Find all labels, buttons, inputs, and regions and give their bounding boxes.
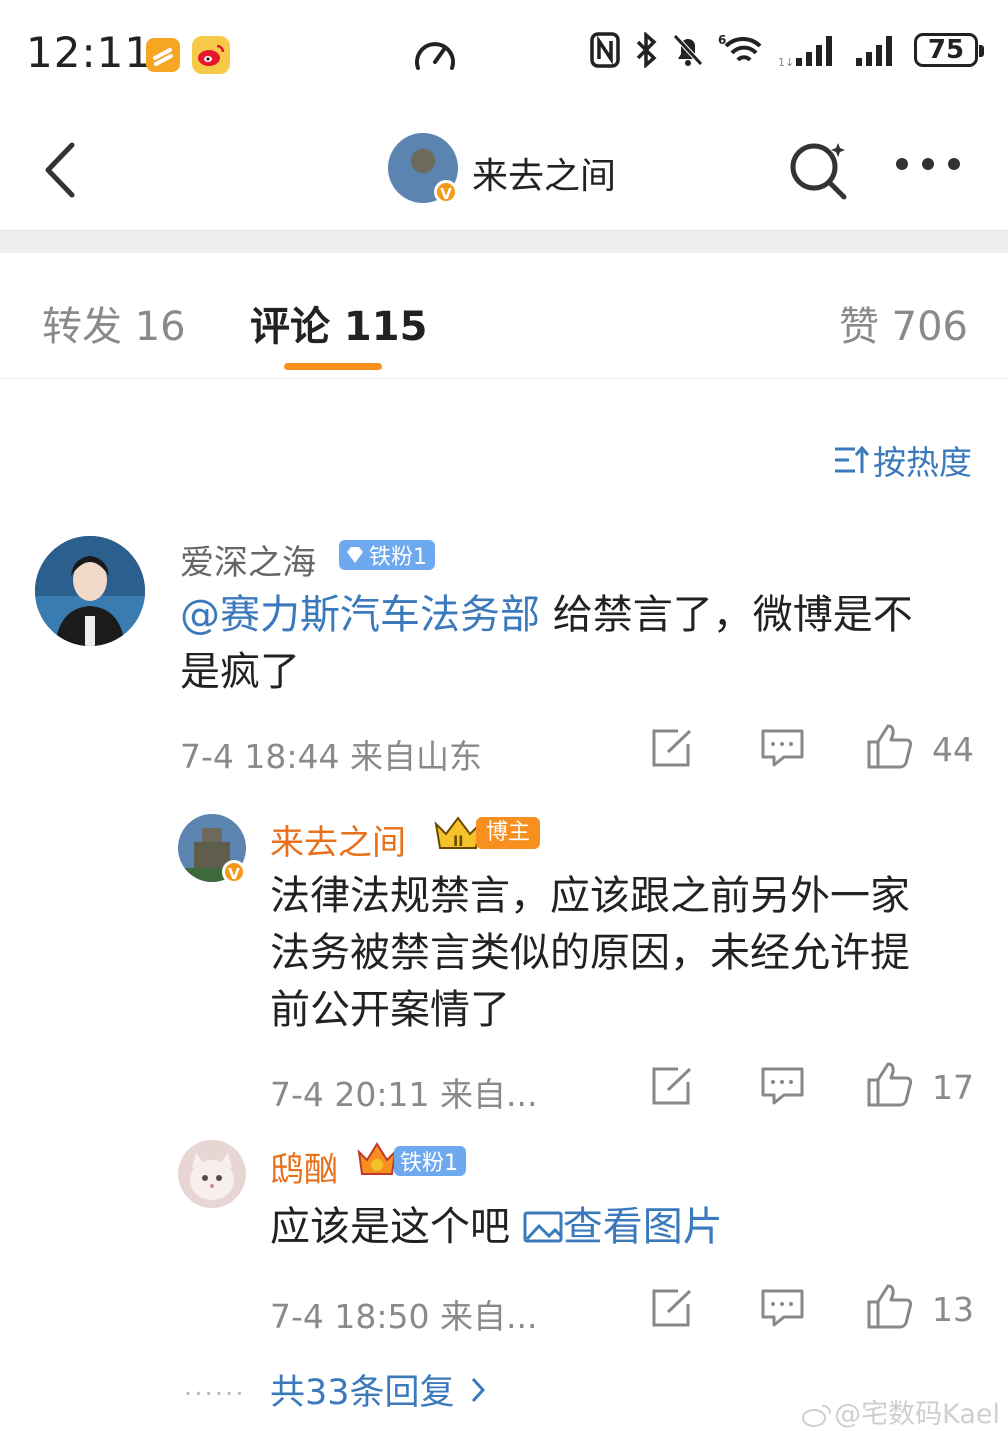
tab-comment[interactable]: 评论 115	[250, 294, 427, 352]
speed-gauge-icon	[412, 34, 458, 74]
sort-label: 按热度	[873, 443, 972, 482]
chevron-right-icon	[471, 1377, 485, 1402]
svg-text:II: II	[453, 834, 463, 850]
reply-icon[interactable]	[760, 1288, 806, 1328]
back-button[interactable]	[34, 135, 94, 205]
share-icon[interactable]	[650, 728, 694, 768]
active-tab-indicator	[284, 363, 382, 370]
reply-icon[interactable]	[760, 1066, 806, 1106]
reply-meta: 7-4 18:50 来自...	[270, 1297, 538, 1336]
search-icon[interactable]	[786, 137, 850, 201]
avatar[interactable]	[35, 536, 145, 646]
status-time: 12:11	[26, 28, 153, 77]
taobao-app-icon	[146, 38, 180, 72]
tab-repost[interactable]: 转发 16	[42, 294, 186, 352]
member-crown-icon	[356, 1140, 398, 1180]
sort-by-hot-button[interactable]: 按热度	[833, 436, 972, 484]
thread-dots: ......	[184, 1372, 246, 1402]
svg-text:6: 6	[718, 33, 726, 47]
like-icon[interactable]	[866, 1060, 914, 1108]
section-divider	[0, 230, 1008, 253]
weibo-logo-icon	[800, 1402, 834, 1430]
reply-meta: 7-4 20:11 来自...	[270, 1075, 538, 1114]
share-icon[interactable]	[650, 1066, 694, 1106]
verified-badge: V	[222, 860, 246, 884]
tabs-divider	[0, 378, 1008, 379]
replier-name[interactable]: 鸱酗	[270, 1142, 338, 1191]
bluetooth-icon	[634, 32, 658, 68]
battery-icon: 75	[914, 33, 984, 67]
sort-icon	[835, 445, 869, 473]
fan-badge: 铁粉1	[339, 540, 435, 570]
tab-like[interactable]: 赞 706	[839, 294, 968, 352]
weibo-app-icon	[192, 36, 230, 74]
wifi-6-icon: 6	[718, 32, 764, 68]
mention-link[interactable]: @赛力斯汽车法务部	[180, 592, 540, 638]
like-count: 17	[932, 1068, 974, 1107]
signal-icon: 1↓	[778, 32, 840, 68]
signal-icon	[854, 32, 900, 68]
like-icon[interactable]	[866, 722, 914, 770]
mute-bell-icon	[672, 32, 704, 68]
like-count: 13	[932, 1290, 974, 1329]
comment-text: @赛力斯汽车法务部 给禁言了，微博是不 是疯了	[180, 592, 913, 695]
blogger-badge: 博主	[476, 817, 541, 849]
reply-text: 应该是这个吧 查看图片	[270, 1204, 723, 1250]
more-options-button[interactable]	[896, 158, 960, 170]
diamond-icon	[347, 547, 363, 563]
watermark: @宅数码Kael	[800, 1392, 1000, 1431]
avatar[interactable]	[178, 1140, 246, 1208]
view-image-link[interactable]: 查看图片	[523, 1204, 723, 1250]
comment-meta: 7-4 18:44 来自山东	[180, 737, 482, 776]
like-count: 44	[932, 730, 974, 769]
svg-text:1↓: 1↓	[778, 56, 794, 68]
reply-text: 法律法规禁言，应该跟之前另外一家 法务被禁言类似的原因，未经允许提 前公开案情了	[270, 873, 910, 1033]
share-icon[interactable]	[650, 1288, 694, 1328]
nfc-icon	[590, 32, 620, 68]
view-all-replies-button[interactable]: 共33条回复	[270, 1364, 487, 1415]
replier-name[interactable]: 来去之间	[270, 815, 406, 864]
image-icon	[523, 1211, 563, 1243]
reply-icon[interactable]	[760, 728, 806, 768]
header-title[interactable]: 来去之间	[472, 147, 616, 199]
commenter-name[interactable]: 爱深之海	[180, 535, 316, 584]
like-icon[interactable]	[866, 1282, 914, 1330]
verified-badge: V	[434, 180, 458, 204]
fan-badge: 铁粉1	[394, 1146, 466, 1176]
